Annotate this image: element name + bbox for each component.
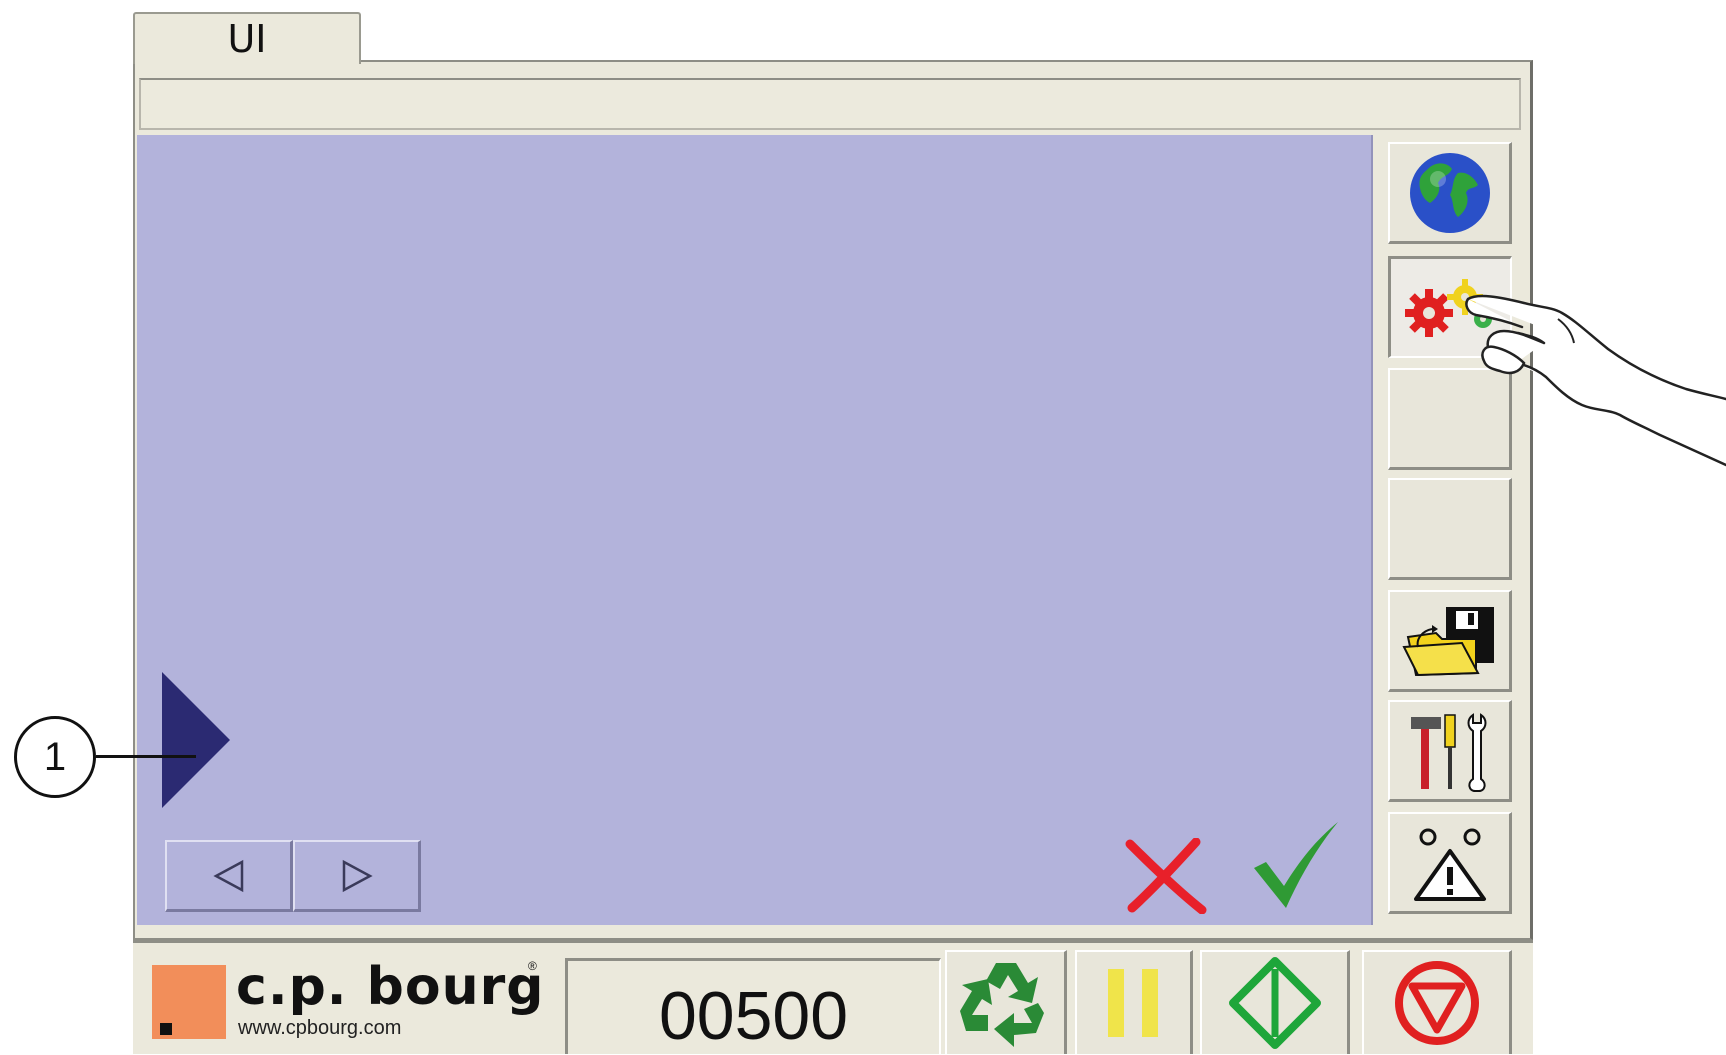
pause-icon (1107, 969, 1158, 1037)
logo-wordmark: c.p. bourg (236, 957, 545, 1017)
position-indicator-arrow (162, 672, 230, 808)
tab-ui[interactable]: UI (133, 12, 361, 64)
stop-button[interactable] (1362, 950, 1512, 1054)
logo-registered-mark: ® (528, 959, 537, 973)
triangle-right-icon (342, 859, 373, 892)
next-button[interactable] (293, 840, 421, 912)
recycle-icon (959, 963, 1044, 1047)
title-bar (139, 78, 1521, 130)
confirm-button[interactable] (1250, 820, 1342, 912)
triangle-left-icon (212, 859, 243, 892)
language-button[interactable] (1388, 142, 1512, 244)
cancel-button[interactable] (1122, 838, 1208, 914)
globe-icon (1409, 152, 1490, 233)
callout-marker: 1 (14, 716, 96, 798)
logo-dot (160, 1023, 172, 1035)
callout-number: 1 (43, 734, 67, 779)
logo-url: www.cpbourg.com (238, 1017, 402, 1039)
counter-value: 00500 (658, 977, 849, 1054)
tools-icon (1410, 712, 1486, 792)
folder-disk-icon (1401, 606, 1494, 676)
empty-tool-button-2[interactable] (1388, 478, 1512, 580)
company-logo: c.p. bourg ® www.cpbourg.com (140, 955, 560, 1054)
tools-button[interactable] (1388, 700, 1512, 802)
service-warning-button[interactable] (1388, 812, 1512, 914)
pause-button[interactable] (1075, 950, 1193, 1054)
green-check-icon (1254, 822, 1338, 908)
start-button[interactable] (1200, 950, 1350, 1054)
tab-label: UI (227, 17, 267, 61)
work-area (137, 135, 1373, 925)
pointing-hand-illustration (1465, 294, 1726, 467)
job-storage-button[interactable] (1388, 590, 1512, 692)
warning-icon (1413, 828, 1486, 901)
start-icon (1228, 957, 1321, 1049)
callout-line (96, 755, 196, 758)
sheet-counter: 00500 (565, 958, 941, 1054)
red-x-icon (1125, 838, 1207, 914)
previous-button[interactable] (165, 840, 293, 912)
stop-icon (1394, 961, 1479, 1045)
recycle-button[interactable] (945, 950, 1067, 1054)
